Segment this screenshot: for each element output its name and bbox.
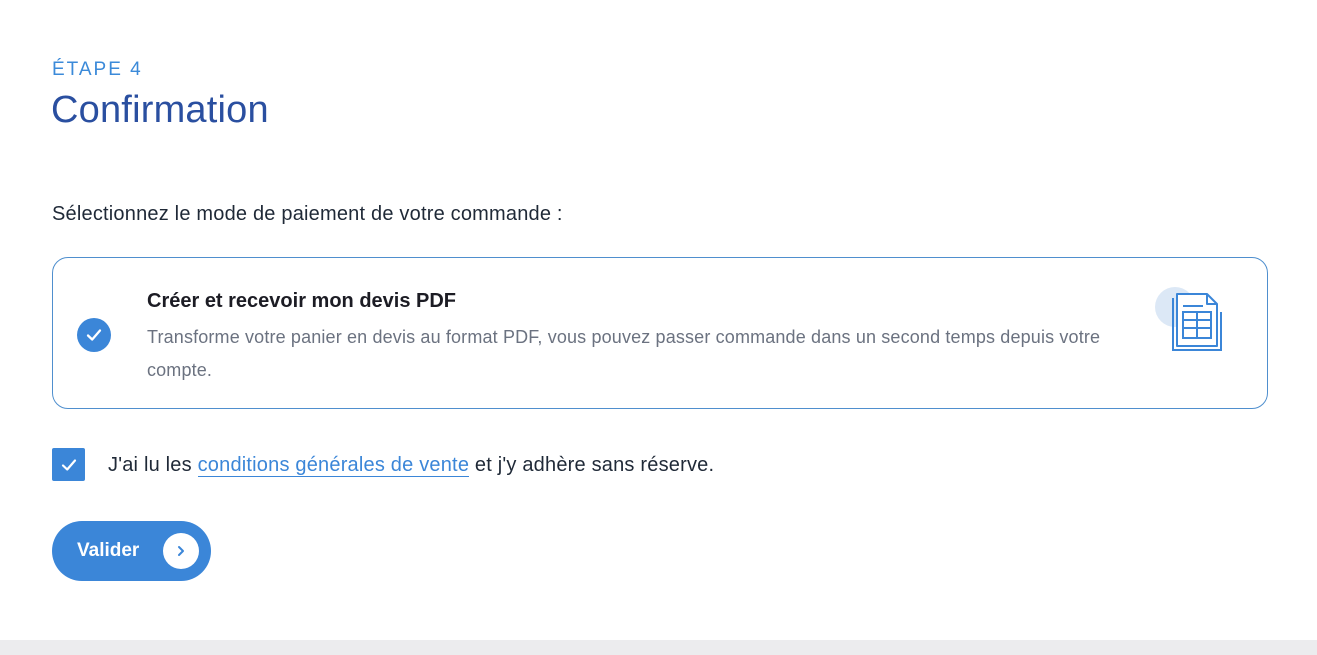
payment-option-pdf-quote[interactable]: Créer et recevoir mon devis PDF Transfor… xyxy=(52,257,1268,409)
step-kicker: ÉTAPE 4 xyxy=(52,59,143,80)
payment-instruction: Sélectionnez le mode de paiement de votr… xyxy=(52,203,563,225)
selected-check-icon xyxy=(77,318,111,352)
terms-text: J'ai lu les conditions générales de vent… xyxy=(108,451,714,479)
terms-prefix: J'ai lu les xyxy=(108,454,198,476)
terms-suffix: et j'y adhère sans réserve. xyxy=(469,454,715,476)
terms-conditions-link[interactable]: conditions générales de vente xyxy=(197,454,470,477)
payment-option-description: Transforme votre panier en devis au form… xyxy=(147,327,1101,380)
confirmation-page: ÉTAPE 4 Confirmation Sélectionnez le mod… xyxy=(0,0,1317,640)
terms-acceptance: J'ai lu les conditions générales de vent… xyxy=(52,448,952,482)
page-title: Confirmation xyxy=(51,89,269,131)
checkbox-check-icon xyxy=(61,458,76,471)
payment-option-title: Créer et recevoir mon devis PDF xyxy=(147,290,457,312)
chevron-right-icon xyxy=(163,533,199,569)
validate-button[interactable]: Valider xyxy=(52,521,211,581)
validate-button-label: Valider xyxy=(77,540,140,561)
footer-band xyxy=(0,640,1317,655)
document-table-icon xyxy=(1153,282,1223,354)
terms-checkbox[interactable] xyxy=(52,448,85,481)
